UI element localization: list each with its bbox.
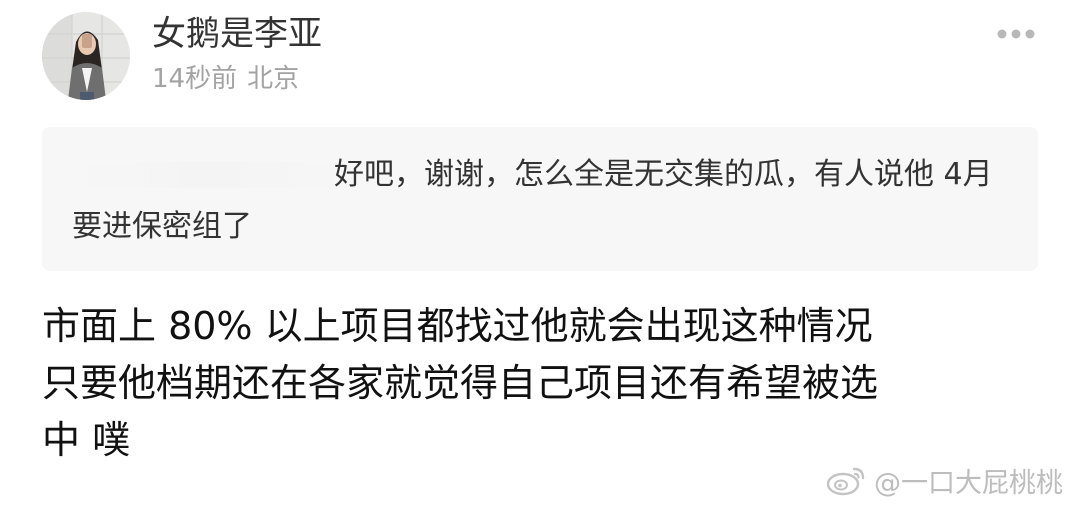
post-body: 市面上 80% 以上项目都找过他就会出现这种情况 只要他档期还在各家就觉得自己项… [42,298,1042,469]
post-body-line: 只要他档期还在各家就觉得自己项目还有希望被选 [42,361,879,405]
post-time: 14秒前 [152,64,238,94]
quoted-comment[interactable]: 好吧，谢谢，怎么全是无交集的瓜，有人说他 4月要进保密组了 [42,127,1038,271]
watermark-text: @一口大屁桃桃 [874,467,1063,499]
redacted-block [72,162,334,188]
post-meta: 14秒前 北京 [152,61,299,97]
avatar[interactable] [42,12,130,100]
watermark: @一口大屁桃桃 [826,460,1063,500]
weibo-logo-icon [826,467,865,496]
post-location: 北京 [247,64,300,94]
avatar-photo [42,12,130,100]
author-name[interactable]: 女鹅是李亚 [152,12,322,56]
post-body-line: 市面上 80% 以上项目都找过他就会出现这种情况 [42,304,873,348]
weibo-post: 女鹅是李亚 14秒前 北京 好吧，谢谢，怎么全是无交集的瓜，有人说他 4月要进保密… [0,0,1080,507]
more-dots-icon [997,29,1035,39]
quoted-comment-text-wrap: 好吧，谢谢，怎么全是无交集的瓜，有人说他 4月要进保密组了 [72,149,1012,253]
more-options-button[interactable] [994,22,1042,46]
